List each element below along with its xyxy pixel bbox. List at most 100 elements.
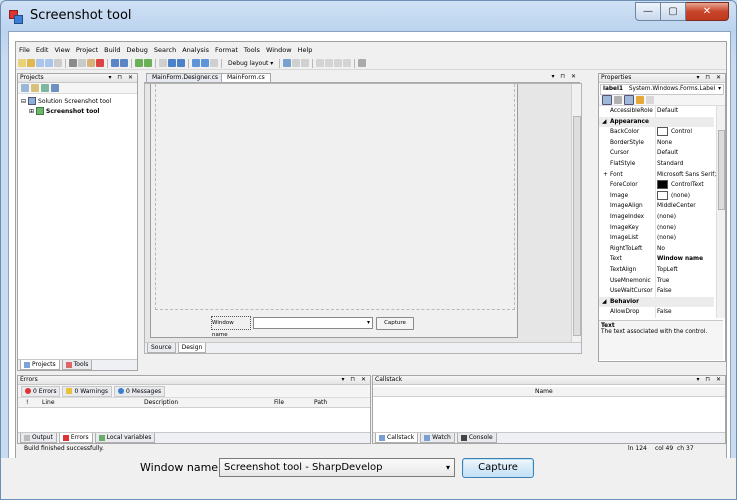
layout-combo[interactable]: Debug layout ▾ [225, 58, 276, 69]
close-button[interactable]: ✕ [686, 2, 729, 21]
property-category[interactable]: ◢ Behavior [599, 296, 714, 308]
scroll-thumb[interactable] [718, 130, 725, 210]
property-grid-scrollbar[interactable] [716, 106, 725, 318]
scroll-thumb[interactable] [573, 116, 581, 336]
menu-file[interactable]: File [16, 45, 33, 56]
panel-controls[interactable]: ▾ ⊓ ✕ [696, 74, 723, 82]
tab-console[interactable]: Console [456, 433, 497, 443]
property-value-cell[interactable]: Microsoft Sans Serif; 8 [657, 170, 716, 181]
property-row[interactable]: Cursor Default [599, 148, 714, 159]
window-select[interactable]: Screenshot tool - SharpDevelop ▾ [219, 458, 455, 477]
property-row[interactable]: ForeColor ControlText [599, 180, 714, 191]
expand-icon[interactable]: ⊞ [29, 108, 34, 115]
rebuild-icon[interactable] [144, 59, 152, 67]
stop-icon[interactable] [177, 59, 185, 67]
menu-analysis[interactable]: Analysis [179, 45, 212, 56]
menu-project[interactable]: Project [73, 45, 101, 56]
new-file-icon[interactable] [18, 59, 26, 67]
sort-alpha-icon[interactable] [614, 96, 622, 104]
doc-controls[interactable]: ▾ ⊓ ✕ [551, 73, 578, 81]
property-row[interactable]: RightToLeft No [599, 243, 714, 255]
property-value-cell[interactable]: (none) [657, 233, 716, 244]
minimize-button[interactable]: — [635, 2, 661, 21]
property-value-cell[interactable]: True [657, 276, 716, 287]
tab-projects[interactable]: Projects [20, 360, 60, 370]
collapse-icon[interactable]: ◢ [602, 297, 606, 308]
col-path[interactable]: Path [314, 398, 327, 407]
tab-local-variables[interactable]: Local variables [94, 433, 156, 443]
tree-item-project[interactable]: ⊞ Screenshot tool [29, 107, 99, 115]
form-combo[interactable]: ▾ [253, 317, 373, 329]
panel-controls[interactable]: ▾ ⊓ ✕ [108, 74, 135, 82]
property-value-cell[interactable]: TopLeft [657, 265, 716, 276]
designer-vscroll[interactable] [571, 84, 581, 342]
property-row[interactable]: ImageKey (none) [599, 222, 714, 234]
navigate-icon[interactable] [283, 59, 292, 67]
property-value-cell[interactable]: None [657, 138, 716, 149]
menu-format[interactable]: Format [212, 45, 241, 56]
property-category[interactable]: ◢ Appearance [599, 116, 714, 128]
panel-controls[interactable]: ▾ ⊓ ✕ [696, 376, 723, 384]
tree-item-solution[interactable]: ⊟ Solution Screenshot tool [21, 97, 111, 105]
filter-messages[interactable]: 0 Messages [114, 385, 166, 397]
properties-icon[interactable] [21, 84, 29, 92]
save-icon[interactable] [36, 59, 44, 67]
menu-tools[interactable]: Tools [241, 45, 263, 56]
property-row[interactable]: ImageIndex (none) [599, 212, 714, 223]
property-row[interactable]: Text Window name [599, 254, 714, 265]
collapse-icon[interactable]: ◢ [602, 117, 606, 128]
col-file[interactable]: File [274, 398, 284, 407]
menu-edit[interactable]: Edit [33, 45, 52, 56]
property-row[interactable]: AllowDrop False [599, 307, 714, 318]
property-row[interactable]: UseWaitCursor False [599, 286, 714, 297]
panel-controls[interactable]: ▾ ⊓ ✕ [341, 376, 368, 384]
property-value-cell[interactable]: Default [657, 148, 716, 159]
menu-search[interactable]: Search [151, 45, 179, 56]
find-icon[interactable] [358, 59, 367, 67]
add-item-icon[interactable] [31, 84, 39, 92]
property-row[interactable]: TextAlign TopLeft [599, 265, 714, 276]
collapse-icon[interactable]: ⊟ [21, 98, 26, 105]
copy-icon[interactable] [78, 59, 86, 67]
property-row[interactable]: BorderStyle None [599, 137, 716, 149]
save-all-icon[interactable] [45, 59, 53, 67]
property-row[interactable]: FlatStyle Standard [599, 159, 714, 170]
tab-watch[interactable]: Watch [420, 433, 455, 443]
refresh-icon[interactable] [41, 84, 49, 92]
doc-tab-mainform[interactable]: MainForm.cs [221, 73, 271, 82]
property-row[interactable]: UseMnemonic True [599, 275, 716, 287]
property-value-cell[interactable]: Standard [657, 159, 716, 170]
filter-errors[interactable]: 0 Errors [21, 385, 61, 397]
property-row[interactable]: ImageList (none) [599, 233, 714, 244]
build-icon[interactable] [135, 59, 143, 67]
property-value-cell[interactable]: MiddleCenter [657, 201, 716, 212]
redo-icon[interactable] [120, 59, 128, 67]
collapse-all-icon[interactable] [51, 84, 59, 92]
property-pages-icon[interactable] [646, 96, 654, 104]
property-value-cell[interactable]: Default [657, 106, 716, 117]
property-row[interactable]: BackColor Control [599, 127, 714, 138]
menu-help[interactable]: Help [295, 45, 316, 56]
form-capture-button[interactable]: Capture [376, 317, 414, 330]
col-severity[interactable]: ! [26, 398, 28, 407]
step-into-icon[interactable] [201, 59, 209, 67]
indent-icon[interactable] [325, 59, 334, 67]
paste-icon[interactable] [87, 59, 95, 67]
tab-design[interactable]: Design [177, 343, 207, 353]
menu-window[interactable]: Window [263, 45, 295, 56]
menu-view[interactable]: View [51, 45, 72, 56]
filter-warnings[interactable]: 0 Warnings [62, 385, 113, 397]
property-row[interactable]: + Font Microsoft Sans Serif; 8 [599, 169, 716, 181]
navigate-back-icon[interactable] [292, 59, 301, 67]
property-row[interactable]: AccessibleRole Default [599, 106, 714, 117]
tab-errors[interactable]: Errors [58, 433, 93, 443]
run-icon[interactable] [159, 59, 167, 67]
tab-source[interactable]: Source [147, 343, 176, 353]
object-selector[interactable]: label1 System.Windows.Forms.Label ▾ [600, 84, 724, 95]
property-value-cell[interactable]: False [657, 307, 716, 318]
properties-icon[interactable] [624, 95, 634, 105]
title-bar[interactable]: Screenshot tool — ▢ ✕ [1, 1, 736, 31]
undo-icon[interactable] [111, 59, 119, 67]
format-icon[interactable] [343, 59, 352, 67]
form-label-window-name[interactable]: Window name [211, 316, 251, 338]
